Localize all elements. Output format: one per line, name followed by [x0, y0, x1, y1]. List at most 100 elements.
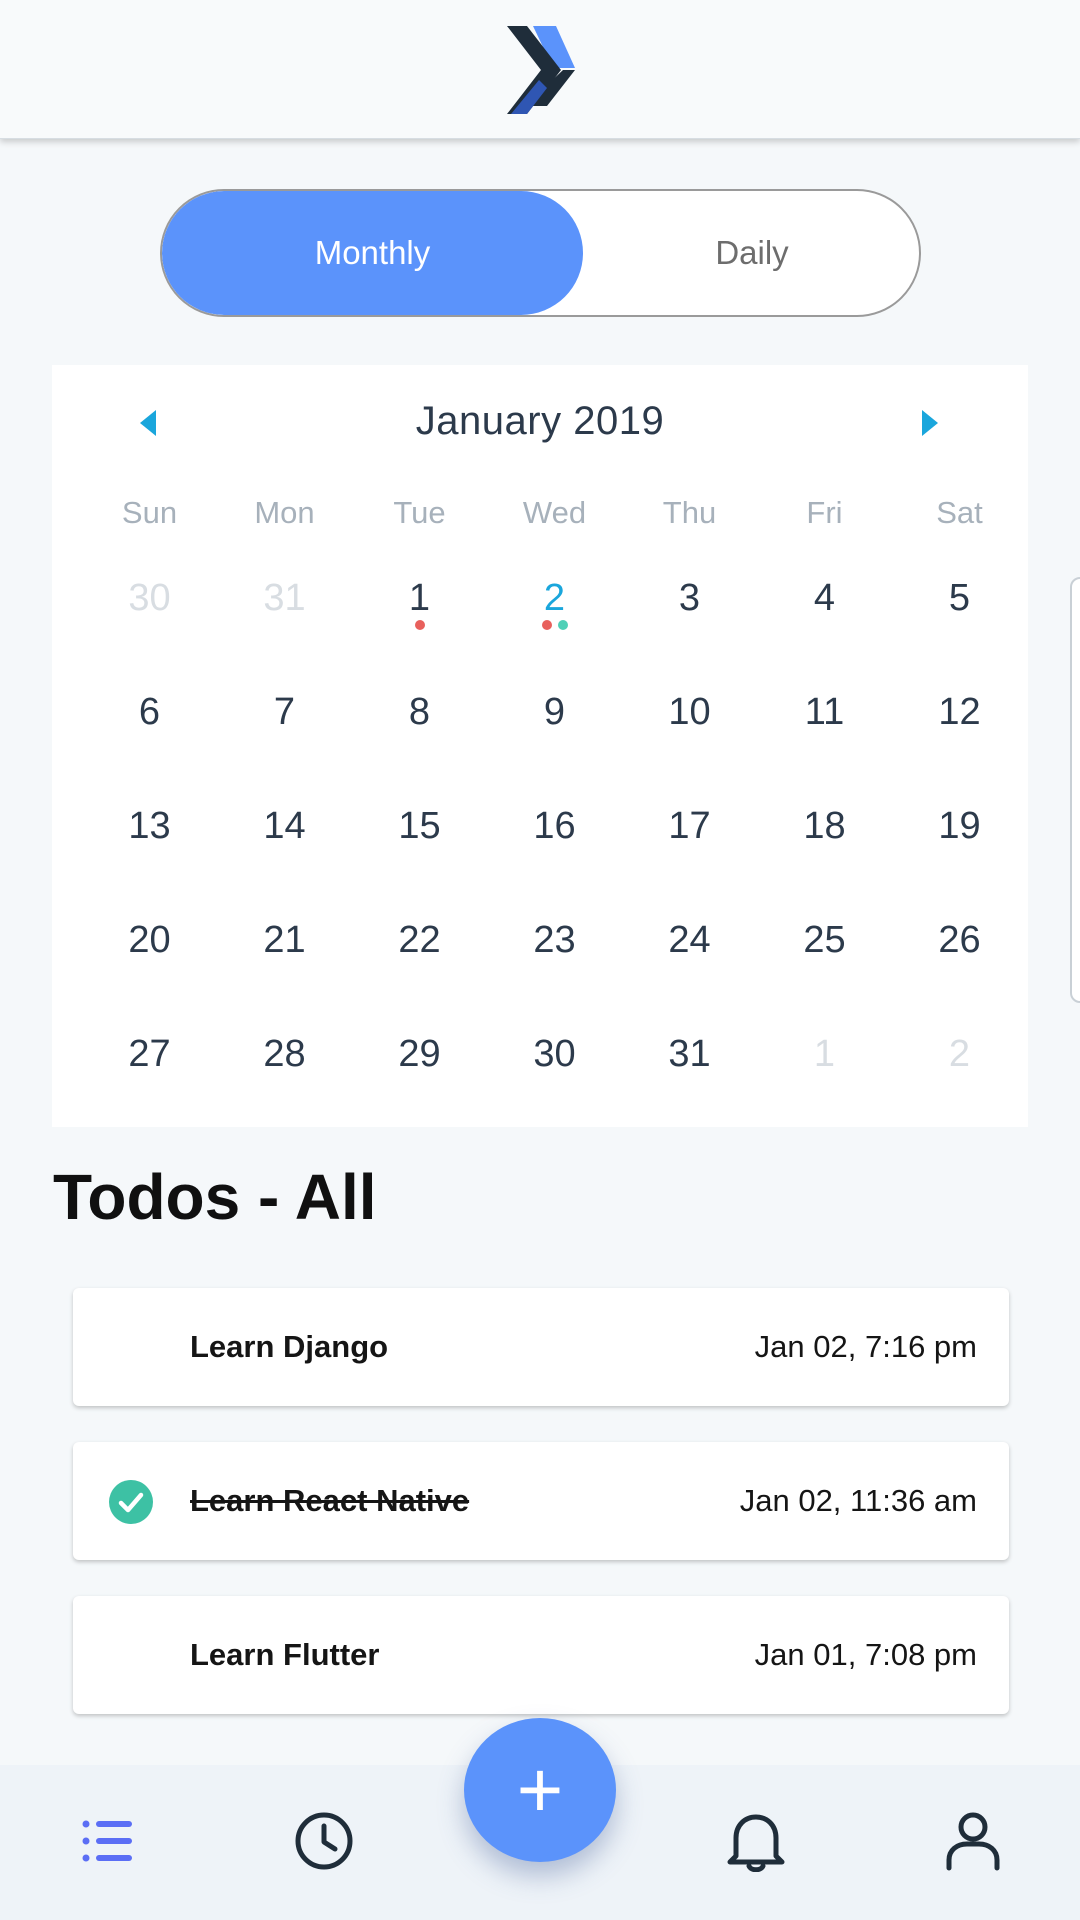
calendar-day[interactable]: 2 — [487, 560, 622, 636]
view-toggle: Monthly Daily — [160, 189, 921, 317]
calendar-day-number: 31 — [263, 577, 306, 619]
calendar-day-number: 2 — [543, 577, 566, 619]
calendar-day[interactable]: 19 — [892, 788, 1027, 864]
calendar-day[interactable]: 1 — [352, 560, 487, 636]
calendar-day[interactable]: 3 — [622, 560, 757, 636]
bell-icon[interactable] — [722, 1810, 790, 1873]
calendar-week-row: 6 7 8 9 10 11 12 — [82, 674, 1027, 750]
monthly-tab[interactable]: Monthly — [162, 191, 583, 315]
calendar-day[interactable]: 20 — [82, 902, 217, 978]
calendar-day-number: 29 — [398, 1033, 441, 1075]
calendar-day-number: 13 — [128, 805, 171, 847]
calendar-day-number: 31 — [668, 1033, 711, 1075]
event-dot — [414, 620, 425, 630]
plus-icon: + — [516, 1745, 564, 1834]
calendar-day[interactable]: 16 — [487, 788, 622, 864]
calendar-day[interactable]: 31 — [217, 560, 352, 636]
calendar-day[interactable]: 31 — [622, 1016, 757, 1092]
calendar-day-number: 30 — [533, 1033, 576, 1075]
side-drawer-handle[interactable] — [1070, 577, 1080, 1003]
event-dot — [541, 620, 552, 630]
calendar-day-number: 21 — [263, 919, 306, 961]
calendar-day-number: 25 — [803, 919, 846, 961]
calendar-day[interactable]: 23 — [487, 902, 622, 978]
calendar-day[interactable]: 9 — [487, 674, 622, 750]
calendar-day[interactable]: 15 — [352, 788, 487, 864]
calendar-week-row: 20 21 22 23 24 25 26 — [82, 902, 1027, 978]
calendar-day[interactable]: 11 — [757, 674, 892, 750]
calendar-day[interactable]: 25 — [757, 902, 892, 978]
weekday-label: Sat — [936, 495, 983, 530]
calendar-day[interactable]: 28 — [217, 1016, 352, 1092]
calendar-day[interactable]: 14 — [217, 788, 352, 864]
calendar-day[interactable]: 27 — [82, 1016, 217, 1092]
calendar-day[interactable]: 13 — [82, 788, 217, 864]
calendar: January 2019 Sun Mon Tue Wed Thu Fri Sat 30 31 1… — [52, 365, 1028, 1127]
todo-item[interactable]: Learn React Native Jan 02, 11:36 am — [73, 1442, 1009, 1560]
calendar-week-row: 13 14 15 16 17 18 19 — [82, 788, 1027, 864]
caret-right-icon — [922, 410, 938, 436]
weekday-label: Tue — [393, 495, 446, 530]
weekday-label: Sun — [121, 495, 178, 530]
calendar-day[interactable]: 4 — [757, 560, 892, 636]
app-header — [0, 0, 1080, 139]
calendar-day[interactable]: 1 — [757, 1016, 892, 1092]
calendar-day-number: 3 — [678, 577, 701, 619]
calendar-day[interactable]: 21 — [217, 902, 352, 978]
calendar-day-number: 4 — [813, 577, 836, 619]
todo-item[interactable]: Learn Django Jan 02, 7:16 pm — [73, 1288, 1009, 1406]
calendar-day-number: 8 — [408, 691, 431, 733]
calendar-day-number: 17 — [668, 805, 711, 847]
calendar-day[interactable]: 26 — [892, 902, 1027, 978]
calendar-day[interactable]: 18 — [757, 788, 892, 864]
calendar-day[interactable]: 2 — [892, 1016, 1027, 1092]
todos-title: Todos - All — [53, 1161, 377, 1233]
daily-tab[interactable]: Daily — [583, 191, 919, 315]
todo-title: Learn Flutter — [190, 1637, 380, 1672]
calendar-day[interactable]: 8 — [352, 674, 487, 750]
calendar-day-number: 6 — [138, 691, 161, 733]
weekday-label: Wed — [522, 495, 587, 530]
calendar-week-row: 27 28 29 30 31 1 2 — [82, 1016, 1027, 1092]
calendar-day-number: 27 — [128, 1033, 171, 1075]
next-month-button[interactable] — [910, 403, 950, 443]
add-todo-button[interactable]: + — [464, 1718, 616, 1862]
calendar-day[interactable]: 29 — [352, 1016, 487, 1092]
calendar-day-number: 24 — [668, 919, 711, 961]
event-dots — [352, 620, 487, 630]
calendar-day-number: 12 — [938, 691, 981, 733]
calendar-day[interactable]: 12 — [892, 674, 1027, 750]
todo-date: Jan 01, 7:08 pm — [754, 1637, 977, 1672]
calendar-day-number: 9 — [543, 691, 566, 733]
calendar-day-number: 1 — [813, 1033, 836, 1075]
user-icon[interactable] — [939, 1810, 1007, 1872]
calendar-day[interactable]: 30 — [82, 560, 217, 636]
calendar-day-number: 26 — [938, 919, 981, 961]
calendar-day[interactable]: 22 — [352, 902, 487, 978]
calendar-day-number: 16 — [533, 805, 576, 847]
calendar-day-number: 20 — [128, 919, 171, 961]
event-dots — [487, 620, 622, 630]
check-circle-icon[interactable] — [109, 1480, 153, 1524]
calendar-day[interactable]: 5 — [892, 560, 1027, 636]
calendar-day[interactable]: 10 — [622, 674, 757, 750]
calendar-day[interactable]: 17 — [622, 788, 757, 864]
calendar-day[interactable]: 7 — [217, 674, 352, 750]
calendar-day-number: 15 — [398, 805, 441, 847]
calendar-day-number: 2 — [948, 1033, 971, 1075]
todo-title: Learn Django — [190, 1329, 389, 1364]
clock-icon[interactable] — [290, 1810, 358, 1872]
calendar-day-number: 14 — [263, 805, 306, 847]
calendar-day-number: 5 — [948, 577, 971, 619]
list-icon[interactable] — [76, 1810, 144, 1872]
weekday-label: Thu — [662, 495, 717, 530]
todo-date: Jan 02, 7:16 pm — [754, 1329, 977, 1364]
calendar-month-title: January 2019 — [415, 399, 665, 443]
calendar-day[interactable]: 30 — [487, 1016, 622, 1092]
calendar-day-number: 30 — [128, 577, 171, 619]
todo-item[interactable]: Learn Flutter Jan 01, 7:08 pm — [73, 1596, 1009, 1714]
calendar-day[interactable]: 6 — [82, 674, 217, 750]
weekday-header: Sun Mon Tue Wed Thu Fri Sat — [82, 495, 1027, 531]
calendar-day-number: 11 — [804, 691, 845, 733]
calendar-day[interactable]: 24 — [622, 902, 757, 978]
